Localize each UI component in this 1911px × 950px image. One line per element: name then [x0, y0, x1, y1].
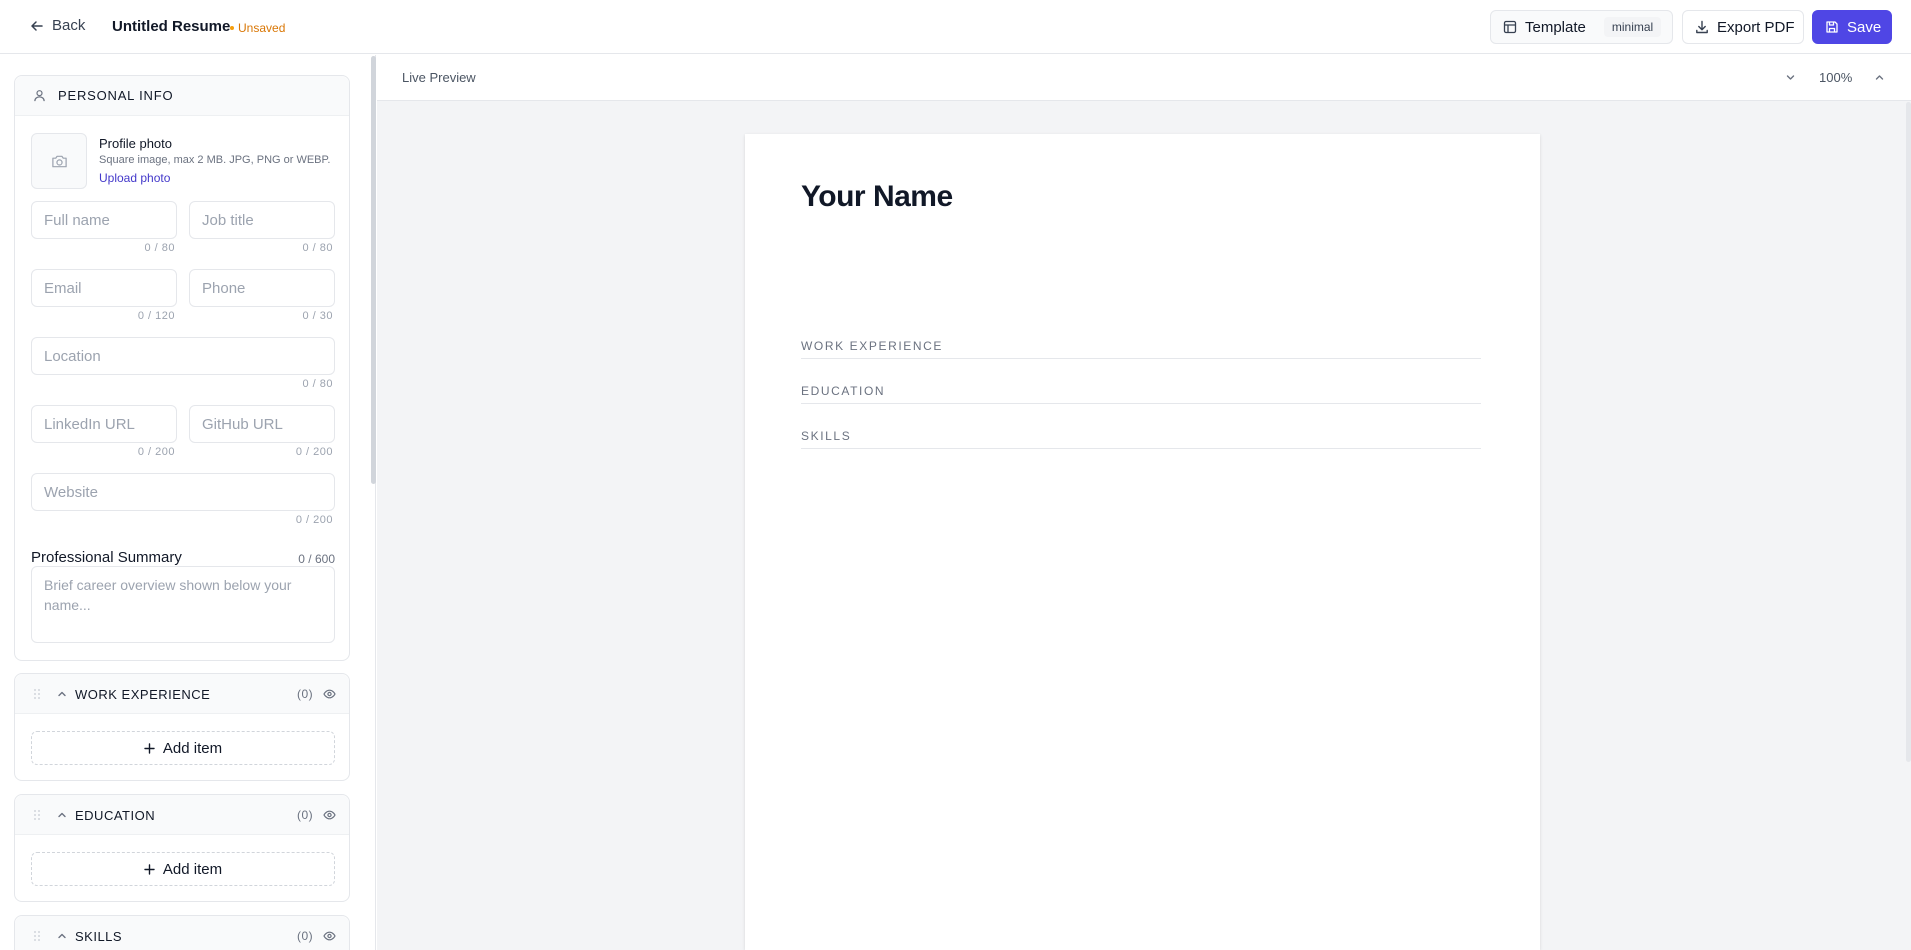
download-icon [1696, 20, 1708, 34]
skills-title: SKILLS [75, 929, 123, 944]
skills-section: SKILLS (0) [14, 915, 350, 950]
save-label: Save [1847, 18, 1882, 36]
document-title[interactable]: Untitled Resume [112, 18, 230, 35]
professional-summary-label: Professional Summary [31, 549, 182, 566]
phone-input[interactable] [202, 279, 322, 297]
editor-scrollbar[interactable] [371, 56, 376, 484]
resume-name: Your Name [801, 180, 953, 213]
unsaved-status-label: Unsaved [238, 21, 286, 35]
chevron-up-icon[interactable] [57, 689, 67, 699]
professional-summary-char-count: 0 / 600 [298, 552, 335, 566]
preview-area: Live Preview 100% Your Name WORK EXPERIE… [377, 55, 1911, 950]
plus-icon [144, 742, 155, 754]
linkedin-url-char-count: 0 / 200 [137, 446, 175, 458]
job-title-field[interactable] [189, 201, 335, 239]
zoom-level: 100% [1819, 70, 1853, 85]
eye-icon[interactable] [323, 809, 336, 821]
full-name-char-count: 0 / 80 [144, 242, 175, 254]
resume-section-skills: SKILLS [801, 429, 1481, 449]
full-name-input[interactable] [44, 211, 164, 229]
drag-handle-icon[interactable] [33, 809, 41, 821]
export-pdf-button[interactable]: Export PDF [1682, 10, 1804, 44]
personal-info-card: PERSONAL INFO Profile photo Square image… [14, 75, 350, 661]
user-icon [34, 90, 45, 102]
website-input[interactable] [44, 483, 322, 501]
zoom-in-chevron-up-icon[interactable] [1874, 72, 1885, 83]
education-section: EDUCATION (0) Add item [14, 794, 350, 902]
layout-icon [1503, 20, 1517, 34]
resume-page: Your Name WORK EXPERIENCE EDUCATION SKIL… [745, 134, 1540, 950]
top-bar: Back Untitled Resume Unsaved Template mi… [0, 0, 1911, 54]
full-name-field[interactable] [31, 201, 177, 239]
email-char-count: 0 / 120 [137, 310, 175, 322]
status-dot-icon [230, 26, 234, 30]
email-input[interactable] [44, 279, 164, 297]
live-preview-label: Live Preview [402, 70, 476, 85]
export-pdf-label: Export PDF [1717, 18, 1795, 36]
skills-header[interactable]: SKILLS (0) [15, 916, 349, 950]
work-experience-section: WORK EXPERIENCE (0) Add item [14, 673, 350, 781]
unsaved-status: Unsaved [230, 21, 285, 35]
camera-icon [51, 155, 67, 167]
eye-icon[interactable] [323, 688, 336, 700]
editor-panel: PERSONAL INFO Profile photo Square image… [0, 55, 376, 950]
profile-photo-hint: Square image, max 2 MB. JPG, PNG or WEBP… [99, 154, 331, 166]
add-item-label: Add item [162, 739, 223, 757]
skills-count: (0) [297, 929, 314, 943]
add-work-experience-button[interactable]: Add item [31, 731, 335, 765]
back-button[interactable]: Back [30, 17, 85, 34]
template-button[interactable]: Template minimal [1490, 10, 1673, 44]
save-button[interactable]: Save [1812, 10, 1892, 44]
drag-handle-icon[interactable] [33, 930, 41, 942]
save-icon [1826, 21, 1838, 33]
work-experience-count: (0) [297, 687, 314, 701]
education-header[interactable]: EDUCATION (0) [15, 795, 349, 835]
add-education-button[interactable]: Add item [31, 852, 335, 886]
template-value-badge: minimal [1603, 17, 1662, 37]
personal-info-title: PERSONAL INFO [58, 88, 174, 103]
arrow-left-icon [31, 20, 43, 31]
chevron-up-icon[interactable] [57, 810, 67, 820]
upload-photo-link[interactable]: Upload photo [99, 171, 170, 185]
zoom-out-chevron-down-icon[interactable] [1785, 72, 1796, 83]
location-input[interactable] [44, 347, 322, 365]
eye-icon[interactable] [323, 930, 336, 942]
website-field[interactable] [31, 473, 335, 511]
drag-handle-icon[interactable] [33, 688, 41, 700]
linkedin-url-input[interactable] [44, 415, 164, 433]
back-label: Back [52, 17, 86, 34]
preview-scrollbar[interactable] [1906, 102, 1911, 762]
template-label: Template [1525, 18, 1586, 36]
work-experience-header[interactable]: WORK EXPERIENCE (0) [15, 674, 349, 714]
professional-summary-field[interactable] [31, 566, 335, 643]
website-char-count: 0 / 200 [295, 514, 333, 526]
phone-field[interactable] [189, 269, 335, 307]
personal-info-header: PERSONAL INFO [15, 76, 349, 116]
location-char-count: 0 / 80 [302, 378, 333, 390]
phone-char-count: 0 / 30 [302, 310, 333, 322]
profile-photo-label: Profile photo [99, 136, 172, 151]
profile-photo-placeholder[interactable] [31, 133, 87, 189]
github-url-input[interactable] [202, 415, 322, 433]
github-url-field[interactable] [189, 405, 335, 443]
resume-section-education: EDUCATION [801, 384, 1481, 404]
job-title-char-count: 0 / 80 [302, 242, 333, 254]
linkedin-url-field[interactable] [31, 405, 177, 443]
github-url-char-count: 0 / 200 [295, 446, 333, 458]
email-field[interactable] [31, 269, 177, 307]
preview-toolbar: Live Preview 100% [377, 55, 1911, 101]
education-count: (0) [297, 808, 314, 822]
resume-section-work-experience: WORK EXPERIENCE [801, 339, 1481, 359]
location-field[interactable] [31, 337, 335, 375]
chevron-up-icon[interactable] [57, 931, 67, 941]
work-experience-title: WORK EXPERIENCE [75, 687, 211, 702]
professional-summary-textarea[interactable] [44, 575, 322, 634]
add-item-label: Add item [162, 860, 223, 878]
job-title-input[interactable] [202, 211, 322, 229]
education-title: EDUCATION [75, 808, 156, 823]
plus-icon [144, 863, 155, 875]
